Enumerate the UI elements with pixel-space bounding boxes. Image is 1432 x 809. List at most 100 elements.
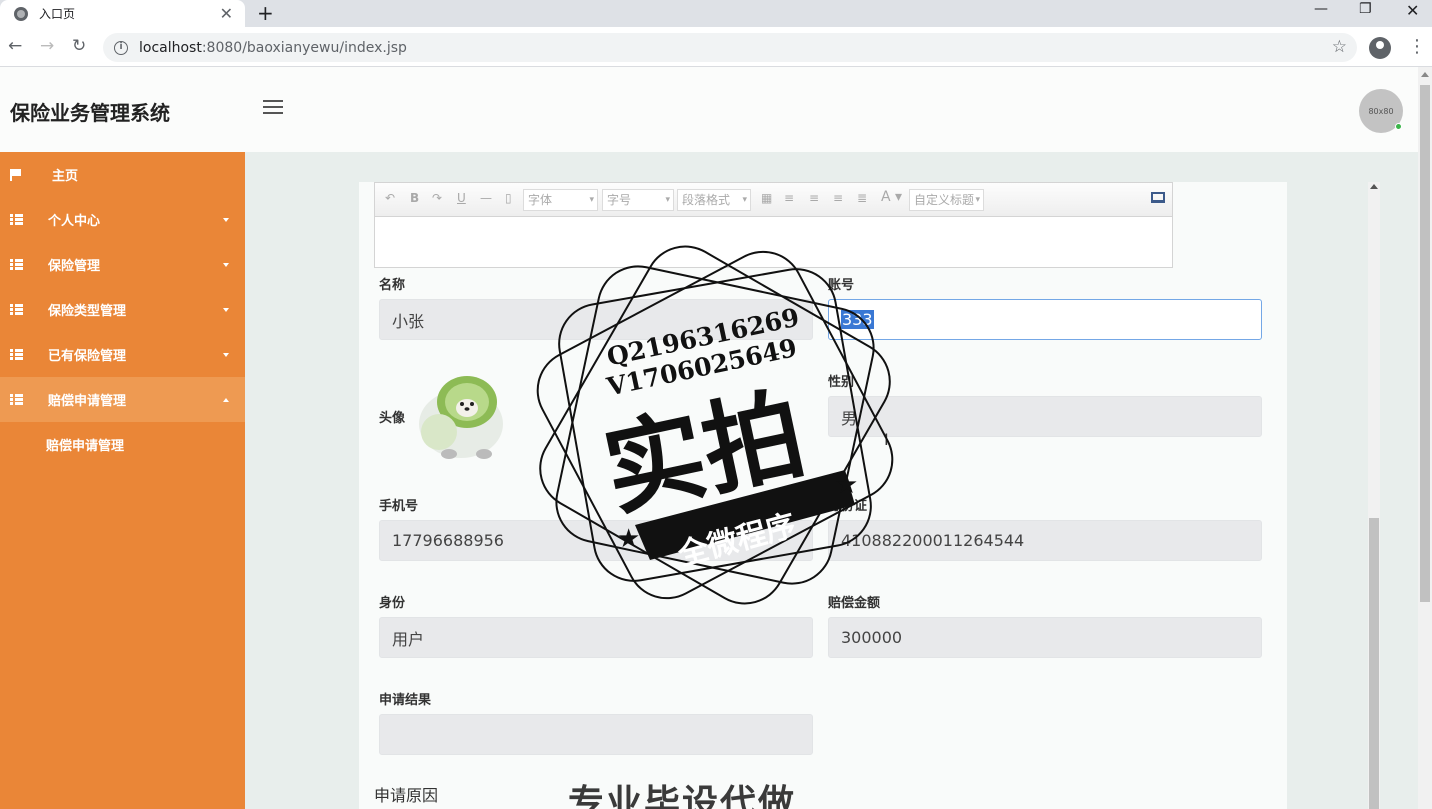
align-center-icon[interactable]: ≡ [833, 191, 843, 205]
undo-icon[interactable]: ↶ [385, 191, 395, 205]
main-content: ↶ B ↷ U — ▯ 字体 字号 段落格式 ▦ ≡ ≡ ≡ ≣ A ▾ 自定义… [245, 152, 1418, 809]
caret-up-icon [223, 397, 229, 402]
amount-label: 赔偿金额 [828, 596, 881, 611]
gender-value: 男 [841, 408, 858, 428]
id-card-value: 410882200011264544 [841, 531, 1025, 550]
page-scroll-up-arrow-icon[interactable] [1421, 72, 1429, 77]
id-card-label: 身份证 [828, 499, 868, 514]
app-title: 保险业务管理系统 [10, 101, 170, 125]
account-label: 账号 [828, 278, 855, 293]
url-path: :8080/baoxianyewu/index.jsp [201, 39, 407, 56]
phone-input[interactable]: 17796688956 [379, 520, 813, 561]
sidebar-subitem-label: 赔偿申请管理 [46, 439, 125, 454]
sidebar-item-claims[interactable]: 赔偿申请管理 [0, 377, 245, 422]
browser-tab[interactable]: 入口页 ✕ [0, 0, 245, 27]
url-input[interactable]: i localhost:8080/baoxianyewu/index.jsp ☆ [103, 33, 1357, 62]
horizontal-rule-icon[interactable]: — [480, 191, 492, 205]
new-tab-icon[interactable]: + [257, 1, 274, 25]
scrollbar-thumb[interactable] [1369, 518, 1379, 809]
sidebar-item-insurance[interactable]: 保险管理 [0, 242, 245, 287]
browser-menu-icon[interactable]: ⋮ [1408, 36, 1426, 57]
account-input[interactable]: 333 [828, 299, 1262, 340]
role-label: 身份 [379, 596, 406, 611]
sidebar: 主页 个人中心 保险管理 保险类型管理 已有保险管理 赔偿申请管理 赔偿申请管理 [0, 152, 245, 809]
profile-icon[interactable] [1369, 37, 1391, 59]
flag-icon [10, 168, 22, 181]
role-input[interactable]: 用户 [379, 617, 813, 658]
sidebar-item-label: 个人中心 [48, 214, 101, 229]
font-size-select[interactable]: 字号 [602, 189, 674, 211]
globe-icon [14, 6, 28, 21]
minimize-icon[interactable]: — [1314, 1, 1328, 17]
avatar-label: 头像 [379, 411, 406, 426]
sidebar-item-label: 保险类型管理 [48, 304, 127, 319]
page-scrollbar[interactable] [1418, 67, 1432, 809]
text-cursor-icon: I [884, 430, 889, 449]
phone-label: 手机号 [379, 499, 419, 514]
sidebar-item-label: 主页 [52, 169, 79, 184]
custom-title-select[interactable]: 自定义标题 [909, 189, 984, 211]
paragraph-format-select[interactable]: 段落格式 [677, 189, 751, 211]
clear-format-icon[interactable]: ▯ [505, 191, 512, 205]
close-tab-icon[interactable]: ✕ [220, 4, 233, 23]
reason-label: 申请原因 [374, 786, 439, 805]
redo-icon[interactable]: ↷ [432, 191, 442, 205]
content-scrollbar[interactable] [1368, 182, 1380, 809]
forward-icon[interactable]: → [40, 36, 54, 56]
caret-down-icon [223, 352, 229, 357]
align-left-icon[interactable]: ≡ [784, 191, 794, 205]
result-label: 申请结果 [379, 693, 432, 708]
grid-icon [10, 304, 23, 315]
avatar-placeholder-text: 80x80 [1368, 106, 1394, 116]
font-family-select[interactable]: 字体 [523, 189, 598, 211]
reload-icon[interactable]: ↻ [72, 36, 86, 56]
gender-input[interactable]: 男 [828, 396, 1262, 437]
role-value: 用户 [392, 629, 425, 649]
scroll-up-arrow-icon[interactable] [1370, 184, 1378, 189]
name-label: 名称 [379, 278, 406, 293]
justify-icon[interactable]: ≣ [857, 191, 867, 205]
fullscreen-icon[interactable] [1151, 192, 1165, 203]
hamburger-menu-icon[interactable] [263, 100, 283, 116]
info-icon[interactable]: i [114, 40, 128, 55]
name-input[interactable]: 小张 [379, 299, 813, 340]
grid-icon [10, 394, 23, 405]
caret-down-icon [223, 217, 229, 222]
name-value: 小张 [392, 311, 425, 331]
tab-title: 入口页 [39, 7, 76, 21]
avatar-image[interactable] [409, 362, 514, 467]
bold-icon[interactable]: B [410, 191, 419, 205]
underline-icon[interactable]: U [457, 191, 466, 205]
bookmark-star-icon[interactable]: ☆ [1332, 37, 1347, 57]
restore-icon[interactable]: ❐ [1359, 1, 1372, 17]
id-card-input[interactable]: 410882200011264544 [828, 520, 1262, 561]
user-avatar[interactable]: 80x80 [1359, 89, 1403, 133]
grid-icon [10, 214, 23, 225]
browser-tab-strip: 入口页 ✕ + — ❐ ✕ [0, 0, 1432, 27]
sidebar-item-existing-insurance[interactable]: 已有保险管理 [0, 332, 245, 377]
page-scrollbar-thumb[interactable] [1420, 85, 1430, 602]
back-icon[interactable]: ← [8, 36, 22, 56]
grid-icon [10, 259, 23, 270]
app-header: 保险业务管理系统 80x80 [0, 67, 1418, 152]
sidebar-item-home[interactable]: 主页 [0, 152, 245, 197]
font-color-icon[interactable]: A ▾ [881, 189, 902, 205]
align-right-icon[interactable]: ≡ [809, 191, 819, 205]
form-card: ↶ B ↷ U — ▯ 字体 字号 段落格式 ▦ ≡ ≡ ≡ ≣ A ▾ 自定义… [359, 182, 1287, 809]
amount-value: 300000 [841, 628, 903, 647]
grid-icon [10, 349, 23, 360]
sidebar-item-label: 保险管理 [48, 259, 101, 274]
caret-down-icon [223, 262, 229, 267]
gender-label: 性别 [828, 375, 855, 390]
amount-input[interactable]: 300000 [828, 617, 1262, 658]
sidebar-item-label: 赔偿申请管理 [48, 394, 127, 409]
sidebar-item-insurance-type[interactable]: 保险类型管理 [0, 287, 245, 332]
address-bar: ← → ↻ i localhost:8080/baoxianyewu/index… [0, 27, 1432, 67]
result-input[interactable] [379, 714, 813, 755]
sidebar-item-label: 已有保险管理 [48, 349, 127, 364]
close-window-icon[interactable]: ✕ [1406, 1, 1419, 20]
online-status-dot [1395, 123, 1402, 130]
table-icon[interactable]: ▦ [761, 191, 772, 205]
sidebar-subitem-claims[interactable]: 赔偿申请管理 [0, 422, 245, 467]
sidebar-item-personal-center[interactable]: 个人中心 [0, 197, 245, 242]
